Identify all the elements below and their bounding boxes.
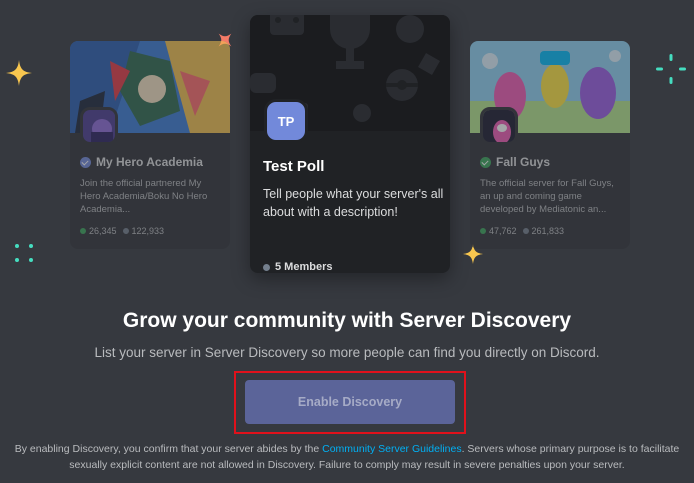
member-count: 122,933 xyxy=(131,226,165,236)
disclaimer-before: By enabling Discovery, you confirm that … xyxy=(14,443,323,455)
online-dot-icon xyxy=(480,228,486,234)
server-description: The official server for Fall Guys, an up… xyxy=(480,178,614,215)
sparkle-teal-icon xyxy=(15,244,33,262)
members-dot-icon xyxy=(522,228,529,234)
server-description: Join the official partnered My Hero Acad… xyxy=(80,178,208,215)
server-icon xyxy=(80,107,118,145)
disclaimer-text: By enabling Discovery, you confirm that … xyxy=(12,441,682,473)
server-stats: 5 Members xyxy=(263,261,332,273)
server-name: Test Poll xyxy=(263,158,325,175)
server-icon: TP xyxy=(264,99,308,143)
server-stats: 26,345 122,933 xyxy=(80,226,164,236)
server-name: Fall Guys xyxy=(496,155,551,169)
member-count: 261,833 xyxy=(531,226,565,236)
sparkle-gold-icon xyxy=(6,60,32,86)
sparkle-teal-icon xyxy=(656,54,686,84)
server-stats: 47,762 261,833 xyxy=(480,226,564,236)
server-name: My Hero Academia xyxy=(96,155,203,169)
page-subtitle: List your server in Server Discovery so … xyxy=(94,345,600,360)
members-dot-icon xyxy=(122,228,129,234)
verified-badge-icon xyxy=(480,156,491,168)
server-card-preview: TP Test Poll Tell people what your serve… xyxy=(250,15,450,273)
page-title: Grow your community with Server Discover… xyxy=(122,309,572,332)
partner-badge-icon xyxy=(80,156,91,168)
online-count: 47,762 xyxy=(489,226,517,236)
members-dot-icon xyxy=(263,263,270,271)
enable-discovery-button[interactable]: Enable Discovery xyxy=(245,380,455,424)
online-count: 26,345 xyxy=(89,226,117,236)
online-dot-icon xyxy=(80,228,86,234)
server-card-fall-guys[interactable]: Fall Guys The official server for Fall G… xyxy=(470,41,630,249)
community-guidelines-link[interactable]: Community Server Guidelines xyxy=(322,443,461,455)
member-count: 5 Members xyxy=(275,261,333,273)
server-description: Tell people what your server's all about… xyxy=(263,187,444,219)
server-icon xyxy=(480,107,518,145)
server-card-my-hero-academia[interactable]: My Hero Academia Join the official partn… xyxy=(70,41,230,249)
